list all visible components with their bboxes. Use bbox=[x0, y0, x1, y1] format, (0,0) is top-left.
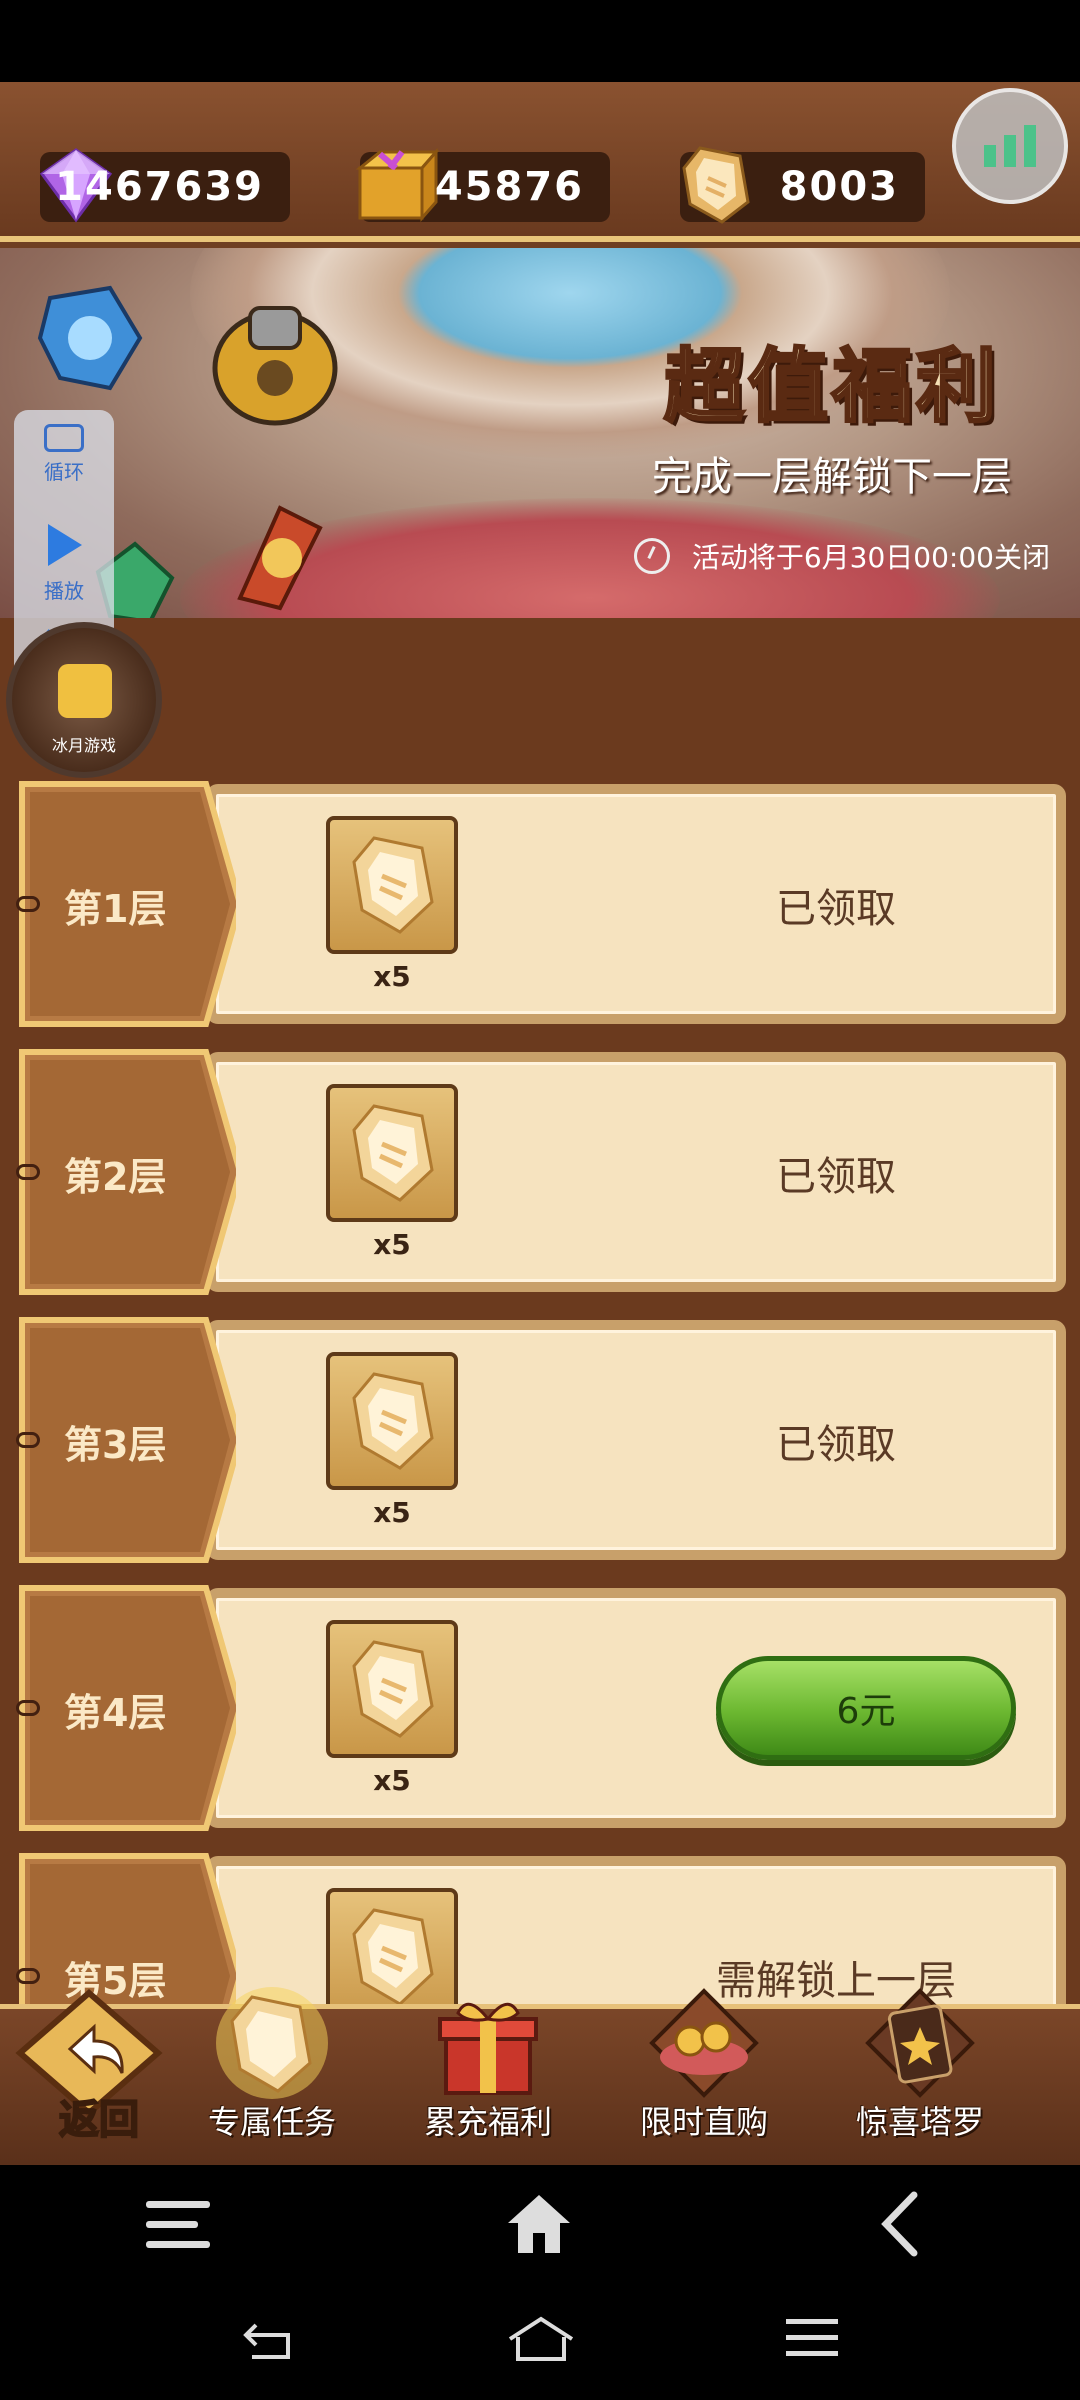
loop-icon bbox=[44, 424, 84, 452]
system-nav-bar bbox=[0, 2165, 1080, 2285]
reward-quantity: x5 bbox=[373, 1496, 411, 1529]
reward-quantity: x5 bbox=[373, 960, 411, 993]
tag-pin bbox=[16, 1432, 40, 1448]
claimed-status: 已领取 bbox=[776, 1422, 896, 1468]
float-ball-label: 冰月游戏 bbox=[51, 736, 116, 755]
resource-bar: 1467639 45876 8003 bbox=[0, 82, 1080, 242]
layer-row: 第2层 x5 已领取 bbox=[16, 1046, 1066, 1298]
tag-pin bbox=[16, 1164, 40, 1180]
points-value: 45876 bbox=[434, 164, 584, 210]
loop-label: 循环 bbox=[44, 460, 84, 484]
reward-item[interactable] bbox=[326, 1084, 458, 1222]
layer-label: 第2层 bbox=[64, 1155, 167, 1199]
deadline-notice: 活动将于6月30日00:00关闭 bbox=[633, 526, 1050, 586]
reward-item[interactable] bbox=[326, 816, 458, 954]
claimed-status: 已领取 bbox=[776, 1154, 896, 1200]
back-icon[interactable] bbox=[880, 2191, 920, 2257]
loop-control[interactable]: 循环 bbox=[14, 424, 114, 485]
layer-list[interactable]: 第1层 x5 已领取 第2层 x5 已领取 第3层 x5 已领取 第4层 x5 … bbox=[0, 618, 1080, 2099]
tab-label: 专属任务 bbox=[207, 2103, 336, 2141]
crystal-shard-icon bbox=[352, 1640, 434, 1738]
tag-pin bbox=[16, 896, 40, 912]
crystal-shard-icon bbox=[216, 1987, 328, 2099]
tab-label: 限时直购 bbox=[639, 2103, 768, 2141]
tab-recharge-welfare[interactable]: 累充福利 bbox=[388, 1983, 588, 2163]
shard-value: 8003 bbox=[779, 164, 899, 210]
status-bar bbox=[0, 0, 1080, 82]
reward-quantity: x5 bbox=[373, 1764, 411, 1797]
home-outline-icon[interactable] bbox=[506, 2315, 576, 2363]
layer-row: 第1层 x5 已领取 bbox=[16, 778, 1066, 1030]
diamond-value: 1467639 bbox=[55, 164, 264, 210]
rocket-item-icon bbox=[237, 505, 323, 611]
layer-label: 第3层 bbox=[64, 1423, 167, 1467]
game-logo-icon bbox=[58, 664, 112, 718]
banner-subtitle: 完成一层解锁下一层 bbox=[652, 454, 1012, 500]
layer-label: 第4层 bbox=[64, 1691, 167, 1735]
play-control[interactable]: 播放 bbox=[14, 520, 114, 604]
home-icon[interactable] bbox=[506, 2193, 572, 2255]
tag-pin bbox=[16, 1700, 40, 1716]
gift-box-icon bbox=[438, 2002, 538, 2095]
back-label: 返回 bbox=[58, 2096, 140, 2144]
return-icon[interactable] bbox=[242, 2317, 296, 2361]
play-label: 播放 bbox=[44, 579, 84, 603]
menu-icon[interactable] bbox=[146, 2199, 210, 2251]
event-banner: 超值福利 完成一层解锁下一层 活动将于6月30日00:00关闭 bbox=[0, 248, 1080, 618]
banner-title: 超值福利 bbox=[663, 339, 1000, 435]
back-button[interactable]: 返回 bbox=[14, 1987, 164, 2157]
bar-chart-icon bbox=[984, 125, 1036, 167]
recent-apps-icon[interactable] bbox=[786, 2317, 838, 2359]
bottom-tab-bar: 返回 专属任务 累充福利 限时直购 惊喜塔罗 bbox=[0, 1987, 1080, 2165]
gold-robot-icon bbox=[212, 306, 338, 426]
crystal-shard-icon bbox=[682, 146, 750, 224]
claimed-status: 已领取 bbox=[776, 886, 896, 932]
clock-icon bbox=[633, 538, 670, 574]
tab-label: 累充福利 bbox=[423, 2103, 552, 2141]
tab-limited-purchase[interactable]: 限时直购 bbox=[604, 1983, 804, 2163]
points-box-icon bbox=[355, 148, 440, 222]
game-screen: 1467639 45876 8003 超值福利 完成一层解锁下一层 活动将于6月… bbox=[0, 82, 1080, 2165]
layer-label: 第1层 bbox=[64, 887, 167, 931]
shard-counter[interactable]: 8003 bbox=[680, 146, 925, 224]
tarot-card-icon bbox=[865, 1988, 975, 2098]
floating-game-ball[interactable]: 冰月游戏 bbox=[6, 622, 162, 778]
tab-exclusive-tasks[interactable]: 专属任务 bbox=[172, 1983, 372, 2163]
reward-item[interactable] bbox=[326, 1620, 458, 1758]
deadline-text: 活动将于6月30日00:00关闭 bbox=[691, 541, 1050, 574]
crystal-shard-icon bbox=[352, 1104, 434, 1202]
buy-button[interactable]: 6元 bbox=[716, 1656, 1016, 1760]
crystal-shard-icon bbox=[352, 836, 434, 934]
layer-row: 第4层 x5 6元 bbox=[16, 1582, 1066, 1834]
crystal-shard-icon bbox=[352, 1372, 434, 1470]
tab-label: 惊喜塔罗 bbox=[855, 2103, 984, 2141]
play-icon bbox=[48, 524, 82, 566]
treasure-tray-icon bbox=[649, 1988, 759, 2098]
layer-row: 第3层 x5 已领取 bbox=[16, 1314, 1066, 1566]
points-counter[interactable]: 45876 bbox=[355, 148, 610, 222]
diamond-counter[interactable]: 1467639 bbox=[39, 148, 290, 223]
stats-menu-button[interactable] bbox=[952, 88, 1068, 204]
tag-pin bbox=[16, 1968, 40, 1984]
reward-quantity: x5 bbox=[373, 1228, 411, 1261]
blue-mech-icon bbox=[37, 285, 143, 391]
tab-surprise-tarot[interactable]: 惊喜塔罗 bbox=[820, 1983, 1020, 2163]
gesture-nav-bar bbox=[0, 2285, 1080, 2400]
reward-item[interactable] bbox=[326, 1352, 458, 1490]
